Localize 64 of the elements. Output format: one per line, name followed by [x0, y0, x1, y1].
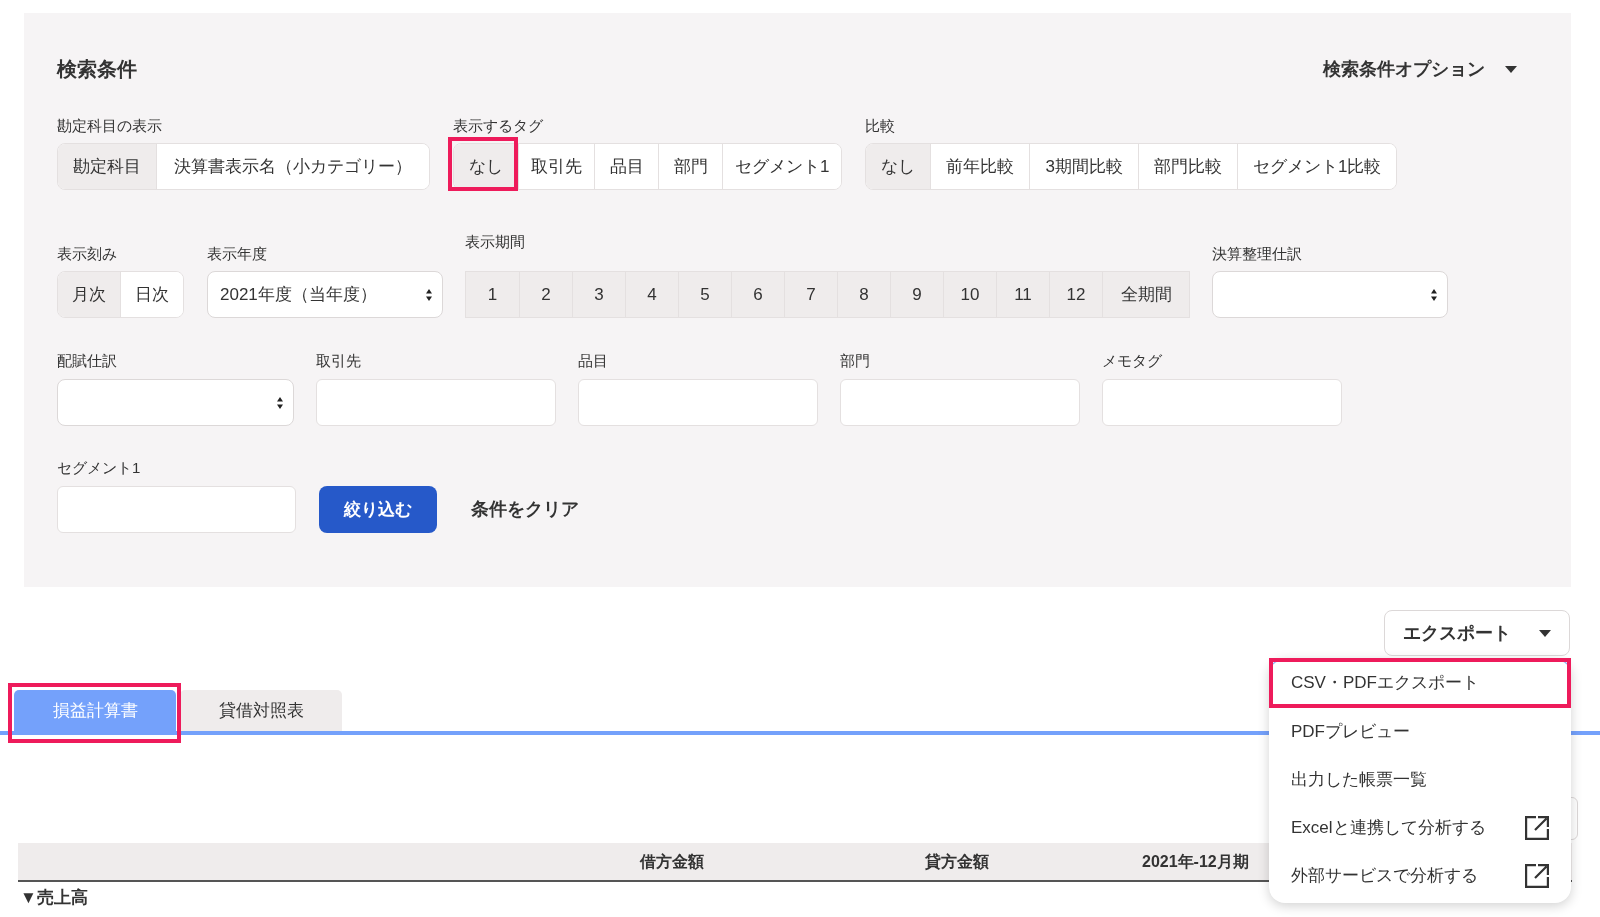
toggle-option[interactable]: 6	[731, 272, 784, 317]
external-link-icon	[1525, 816, 1549, 840]
toggle-option[interactable]: 2	[519, 272, 572, 317]
panel-title: 検索条件	[57, 57, 137, 82]
caret-down-icon	[1539, 629, 1551, 637]
column-header: 貸方金額	[924, 851, 990, 872]
up-down-arrows-icon	[426, 288, 432, 301]
field-label: 比較	[865, 116, 896, 136]
toggle-option[interactable]: 5	[678, 272, 731, 317]
toggle-option[interactable]: 10	[943, 272, 996, 317]
external-link-icon	[1525, 864, 1549, 888]
allocation-select[interactable]	[57, 379, 294, 426]
menu-item[interactable]: 出力した帳票一覧	[1269, 756, 1571, 804]
toggle-option[interactable]: セグメント1比較	[1236, 144, 1397, 189]
toggle-option[interactable]: 12	[1049, 272, 1102, 317]
field-label: 表示期間	[465, 232, 525, 252]
toggle-option[interactable]: 4	[625, 272, 678, 317]
up-down-arrows-icon	[1431, 288, 1437, 301]
field-label: 品目	[578, 351, 608, 371]
field-label: 取引先	[316, 351, 361, 371]
input-field[interactable]	[57, 486, 296, 533]
field-label: メモタグ	[1102, 351, 1162, 371]
field-label: 配賦仕訳	[57, 351, 117, 371]
toggle-option[interactable]: 3	[572, 272, 625, 317]
field-label: セグメント1	[57, 458, 141, 478]
toggle-option[interactable]: 11	[996, 272, 1049, 317]
apply-button[interactable]: 絞り込む	[319, 486, 437, 533]
toggle-option[interactable]: 決算書表示名（小カテゴリー）	[156, 144, 429, 189]
tab[interactable]: 貸借対照表	[180, 690, 342, 731]
field-label: 表示刻み	[57, 244, 117, 264]
column-header: 借方金額	[638, 851, 705, 872]
toggle-option[interactable]: 9	[890, 272, 943, 317]
up-down-arrows-icon	[277, 396, 283, 409]
toggle-option[interactable]: セグメント1	[722, 144, 842, 189]
year-select[interactable]: 2021年度（当年度）	[207, 271, 443, 318]
input-field[interactable]	[1102, 379, 1342, 426]
toggle-option[interactable]: 8	[837, 272, 890, 317]
field-label: 決算整理仕訳	[1212, 244, 1302, 264]
row-label: 売上高	[36, 887, 88, 909]
field-label: 勘定科目の表示	[57, 116, 162, 136]
export-button[interactable]: エクスポート	[1384, 610, 1570, 656]
toggle-option[interactable]: 全期間	[1102, 272, 1189, 317]
toggle-option[interactable]: 1	[466, 272, 519, 317]
toggle-option[interactable]: 月次	[58, 272, 120, 317]
toggle-option[interactable]: 日次	[120, 272, 183, 317]
input-field[interactable]	[840, 379, 1080, 426]
expand-toggle[interactable]: ▼	[20, 887, 37, 909]
field-label: 表示するタグ	[453, 116, 543, 136]
toggle-option[interactable]: なし	[866, 144, 931, 189]
options-toggle[interactable]: 検索条件オプション	[1323, 55, 1517, 83]
input-field[interactable]	[316, 379, 556, 426]
field-label: 表示年度	[207, 244, 267, 264]
menu-item[interactable]: PDFプレビュー	[1269, 708, 1571, 756]
clear-link[interactable]: 条件をクリア	[471, 496, 579, 523]
input-field[interactable]	[578, 379, 818, 426]
toggle-option[interactable]: 7	[784, 272, 837, 317]
closing-entries-select[interactable]	[1212, 271, 1448, 318]
menu-item[interactable]: CSV・PDFエクスポート	[1269, 658, 1571, 708]
column-header: 2021年-12月期	[1141, 851, 1249, 872]
toggle-option[interactable]: 勘定科目	[58, 144, 156, 189]
field-label: 部門	[840, 351, 870, 371]
menu-item[interactable]: 外部サービスで分析する	[1269, 852, 1571, 900]
menu-item[interactable]: Excelと連携して分析する	[1269, 804, 1571, 852]
caret-down-icon	[1505, 65, 1517, 73]
